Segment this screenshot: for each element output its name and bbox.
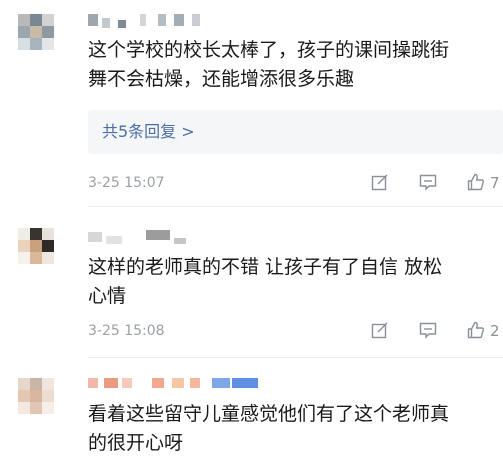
divider	[88, 206, 503, 207]
comment-text-line: 这个学校的校长太棒了，孩子的课间操跳街	[88, 39, 450, 61]
comment-text: 这样的老师真的不错 让孩子有了自信 放松 心情	[88, 253, 503, 311]
comment-text-line: 的很开心呀	[88, 432, 184, 454]
divider	[88, 357, 503, 358]
timestamp: 3-25 15:08	[88, 323, 165, 339]
comment-icon[interactable]	[418, 320, 438, 340]
thumbs-up-icon[interactable]	[466, 172, 486, 192]
edit-share-icon[interactable]	[370, 320, 390, 340]
replies-box[interactable]: 共5条回复 >	[88, 110, 503, 154]
comment-text: 这个学校的校长太棒了，孩子的课间操跳街 舞不会枯燥，还能增添很多乐趣	[88, 36, 503, 94]
avatar[interactable]	[18, 378, 54, 414]
view-replies-link[interactable]: 共5条回复 >	[102, 121, 195, 143]
avatar[interactable]	[18, 228, 54, 264]
timestamp: 3-25 15:07	[88, 175, 165, 191]
comment-item-1: 这个学校的校长太棒了，孩子的课间操跳街 舞不会枯燥，还能增添很多乐趣 共5条回复…	[0, 0, 503, 207]
comment-text-line: 这样的老师真的不错 让孩子有了自信 放松	[88, 256, 443, 278]
comment-text-line: 舞不会枯燥，还能增添很多乐趣	[88, 68, 355, 90]
comment-icon[interactable]	[418, 172, 438, 192]
username-blurred[interactable]	[88, 378, 268, 392]
like-count: 7	[490, 174, 500, 192]
comment-item-3: 看着这些留守儿童感觉他们有了这个老师真 的很开心呀	[0, 360, 503, 462]
comment-text-line: 看着这些留守儿童感觉他们有了这个老师真	[88, 403, 450, 425]
comment-item-2: 这样的老师真的不错 让孩子有了自信 放松 心情 3-25 15:08 2	[0, 210, 503, 360]
avatar[interactable]	[18, 14, 54, 50]
like-count: 2	[490, 322, 500, 340]
edit-share-icon[interactable]	[370, 172, 390, 192]
thumbs-up-icon[interactable]	[466, 320, 486, 340]
username-blurred[interactable]	[88, 230, 198, 244]
username-blurred[interactable]	[88, 14, 218, 28]
comment-text: 看着这些留守儿童感觉他们有了这个老师真 的很开心呀	[88, 400, 503, 458]
comment-text-line: 心情	[88, 285, 127, 307]
